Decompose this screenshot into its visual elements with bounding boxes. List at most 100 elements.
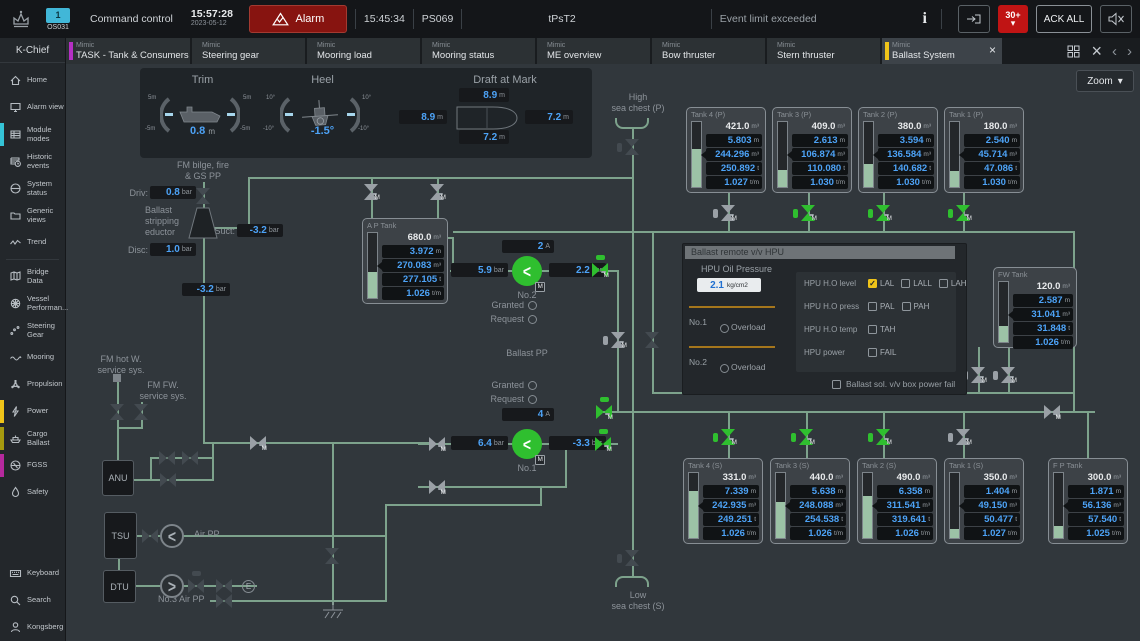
- valve-tank1p[interactable]: M: [955, 205, 971, 221]
- sidebar-item-safety[interactable]: Safety: [0, 479, 65, 506]
- sidebar-item-module[interactable]: Module modes: [0, 121, 65, 148]
- tab-steering-gear[interactable]: MimicSteering gear: [192, 38, 305, 64]
- sidebar-item-generic[interactable]: Generic views: [0, 202, 65, 229]
- eductor-symbol: [188, 207, 218, 239]
- tank-tank-4-p-[interactable]: Tank 4 (P)421.0m³5.803m244.296m³250.892t…: [686, 107, 766, 193]
- sidebar-item-keyboard[interactable]: Keyboard: [0, 560, 65, 587]
- tab-close-icon[interactable]: ×: [989, 43, 996, 57]
- valve-eductor-suct[interactable]: M: [250, 435, 266, 451]
- valve-tank3s[interactable]: M: [798, 429, 814, 445]
- sidebar-item-system[interactable]: System status: [0, 175, 65, 202]
- valve-fw-2[interactable]: M: [1000, 367, 1016, 383]
- tab-task-tank-consumers[interactable]: MimicTASK - Tank & Consumers: [66, 38, 190, 64]
- tab-me-overview[interactable]: MimicME overview: [537, 38, 650, 64]
- anu-box[interactable]: ANU: [102, 460, 134, 496]
- low-sea-chest-symbol: [615, 576, 649, 587]
- operator-station[interactable]: 1 OS031: [46, 8, 70, 31]
- alarm-count-badge[interactable]: 30+ ▾: [998, 5, 1028, 33]
- pump-no3-air-pp[interactable]: >: [160, 574, 184, 598]
- valve-high-sea-chest[interactable]: [624, 139, 640, 155]
- sidebar-item-propulsion[interactable]: Propulsion: [0, 371, 65, 398]
- valve-anu-1[interactable]: [159, 450, 175, 466]
- sidebar-item-home[interactable]: Home: [0, 67, 65, 94]
- alarm-button[interactable]: Alarm: [249, 5, 347, 33]
- sidebar-item-fgss[interactable]: FGSS: [0, 452, 65, 479]
- tank-tank-3-s-[interactable]: Tank 3 (S)440.0m³5.638m248.088m³254.538t…: [770, 458, 850, 544]
- sidebar-item-bridge-data[interactable]: Bridge Data: [0, 263, 65, 290]
- tank-f-p-tank[interactable]: F P Tank300.0m³1.871m56.136m³57.540t1.02…: [1048, 458, 1128, 544]
- tank-tank-3-p-[interactable]: Tank 3 (P)409.0m³2.613m106.874m³110.080t…: [772, 107, 852, 193]
- tab-mooring-status[interactable]: MimicMooring status: [422, 38, 535, 64]
- tab-bow-thruster[interactable]: MimicBow thruster: [652, 38, 765, 64]
- sidebar-item-mooring[interactable]: Mooring: [0, 344, 65, 371]
- valve-manifold-left[interactable]: M: [596, 404, 612, 420]
- tank-tank-1-s-[interactable]: Tank 1 (S)350.0m³1.404m49.150m³50.477t1.…: [944, 458, 1024, 544]
- valve-tank1s[interactable]: M: [955, 429, 971, 445]
- sidebar-item-steering[interactable]: Steering Gear: [0, 317, 65, 344]
- tank-tank-2-p-[interactable]: Tank 2 (P)380.0m³3.594m136.584m³140.682t…: [858, 107, 938, 193]
- valve-fm-fw[interactable]: [133, 404, 149, 420]
- tab-stern-thruster[interactable]: MimicStern thruster: [767, 38, 880, 64]
- pump-air-pp[interactable]: <: [160, 524, 184, 548]
- zoom-dropdown[interactable]: Zoom▾: [1076, 70, 1134, 92]
- tank-fw-tank[interactable]: FW Tank120.0m³2.587m31.041m³31.848t1.026…: [993, 267, 1077, 348]
- valve-tsu-outlet[interactable]: [142, 528, 158, 544]
- info-icon[interactable]: i: [923, 10, 927, 28]
- tsu-box[interactable]: TSU: [104, 512, 137, 559]
- valve-low-sea-chest[interactable]: [624, 550, 640, 566]
- valve-tank3p[interactable]: M: [800, 205, 816, 221]
- valve-tank2p[interactable]: M: [875, 205, 891, 221]
- valve-tank4s[interactable]: M: [720, 429, 736, 445]
- hpu-flag-checkbox-lal[interactable]: ✓: [868, 279, 877, 288]
- tank-tank-2-s-[interactable]: Tank 2 (S)490.0m³6.358m311.541m³319.641t…: [857, 458, 937, 544]
- valve-tank4p[interactable]: M: [720, 205, 736, 221]
- hpu-flag-checkbox-pal[interactable]: [868, 302, 877, 311]
- sidebar-item-cargo[interactable]: Cargo Ballast: [0, 425, 65, 452]
- sidebar-item-power[interactable]: Power: [0, 398, 65, 425]
- tab-next-icon[interactable]: ›: [1127, 43, 1132, 60]
- hpu-flag-checkbox-tah[interactable]: [868, 325, 877, 334]
- valve-ap-top-2[interactable]: M: [429, 184, 445, 200]
- tank-tank-1-p-[interactable]: Tank 1 (P)180.0m³2.540m45.714m³47.086t1.…: [944, 107, 1024, 193]
- valve-pp2-disch[interactable]: M: [592, 262, 608, 278]
- valve-mid-cross-b[interactable]: [644, 332, 660, 348]
- hpu-flag-checkbox-fail[interactable]: [868, 348, 877, 357]
- sidebar-item-search[interactable]: Search: [0, 587, 65, 614]
- valve-dtu-2[interactable]: [216, 578, 232, 594]
- ack-all-button[interactable]: ACK ALL: [1036, 5, 1092, 33]
- close-all-icon[interactable]: ×: [1091, 41, 1102, 62]
- valve-tank2s[interactable]: M: [875, 429, 891, 445]
- valve-dtu-1[interactable]: [188, 578, 204, 594]
- tab-prev-icon[interactable]: ‹: [1112, 43, 1117, 60]
- valve-overboard[interactable]: M: [1044, 404, 1060, 420]
- valve-pp1-disch[interactable]: M: [595, 436, 611, 452]
- sidebar-item-vessel[interactable]: Vessel Performan...: [0, 290, 65, 317]
- tank-tank-4-s-[interactable]: Tank 4 (S)331.0m³7.339m242.935m³249.251t…: [683, 458, 763, 544]
- valve-fm-hot[interactable]: [109, 404, 125, 420]
- valve-dtu-3[interactable]: [216, 593, 232, 609]
- sidebar-item-alarm-view[interactable]: Alarm view: [0, 94, 65, 121]
- valve-pp1-suct-a[interactable]: M: [429, 436, 445, 452]
- valve-mid-cross-a[interactable]: M: [610, 332, 626, 348]
- valve-fm-bilge[interactable]: [195, 188, 211, 204]
- tab-ballast-system[interactable]: MimicBallast System×: [882, 38, 1002, 64]
- tank-a-p-tank[interactable]: A P Tank680.0m³3.972m270.083m³277.105t1.…: [362, 218, 448, 304]
- sidebar-item-kongsberg[interactable]: Kongsberg: [0, 614, 65, 641]
- valve-drain[interactable]: [324, 548, 340, 564]
- split-view-icon[interactable]: [1066, 44, 1081, 59]
- logout-button[interactable]: [958, 5, 990, 33]
- hpu-flag-checkbox-lah[interactable]: [939, 279, 948, 288]
- valve-pp1-suct-b[interactable]: M: [429, 479, 445, 495]
- valve-ap-top-1[interactable]: M: [363, 184, 379, 200]
- ballast-solenoid-power-fail-checkbox[interactable]: [832, 380, 841, 389]
- sidebar-item-historic[interactable]: Historic events: [0, 148, 65, 175]
- valve-anu-3[interactable]: [160, 472, 176, 488]
- dtu-box[interactable]: DTU: [103, 570, 136, 603]
- sidebar-item-trend[interactable]: Trend: [0, 229, 65, 256]
- hpu-flag-checkbox-lall[interactable]: [901, 279, 910, 288]
- valve-anu-2[interactable]: [182, 450, 198, 466]
- mute-button[interactable]: [1100, 5, 1132, 33]
- tab-mooring-load[interactable]: MimicMooring load: [307, 38, 420, 64]
- valve-fw-1[interactable]: M: [970, 367, 986, 383]
- hpu-flag-checkbox-pah[interactable]: [902, 302, 911, 311]
